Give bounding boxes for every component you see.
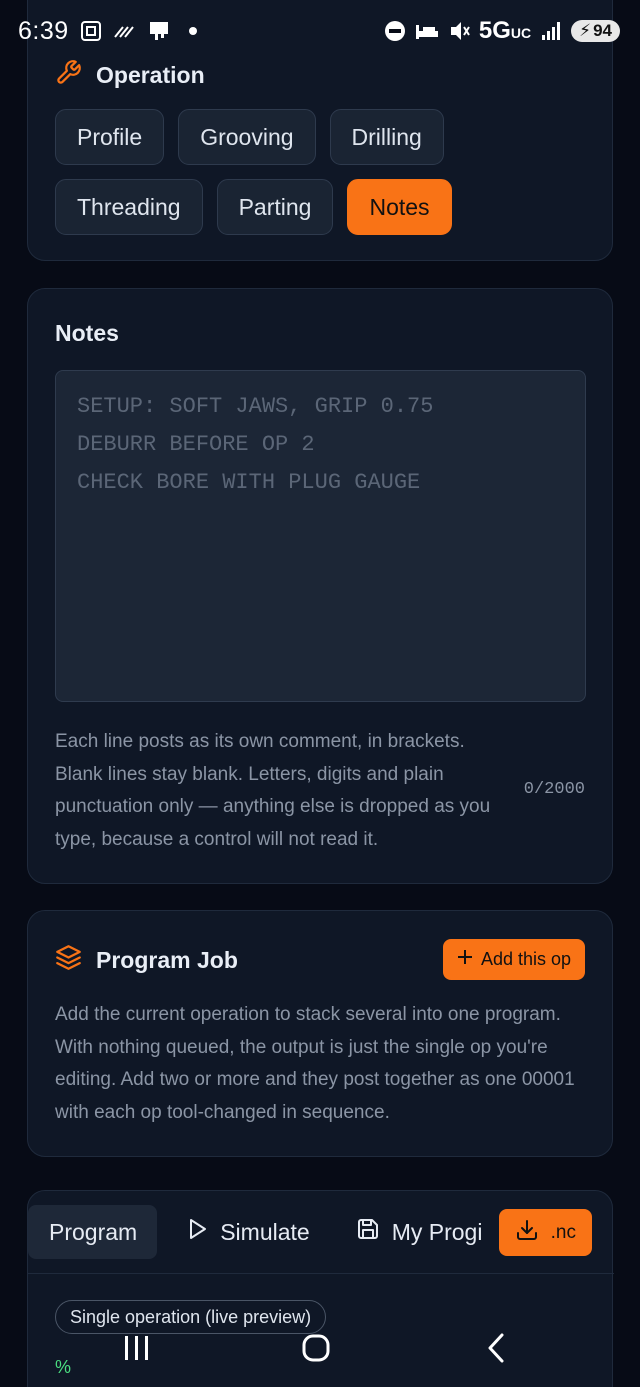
program-panel-divider (28, 1273, 614, 1274)
vibrate-mute-icon (447, 19, 471, 43)
notes-char-counter: 0/2000 (523, 780, 585, 799)
network-indicator: 5GUC (479, 17, 531, 45)
add-this-op-button[interactable]: Add this op (442, 939, 585, 980)
battery-indicator: ⚡ 94 (571, 20, 620, 42)
cast-icon (147, 19, 171, 43)
program-job-title: Program Job (96, 946, 238, 973)
tab-my-programs[interactable]: My Progi (356, 1205, 483, 1259)
wifi-calling-icon (113, 19, 137, 43)
op-threading-button[interactable]: Threading (55, 179, 203, 235)
program-job-header: Program Job (55, 944, 238, 976)
status-bar: 6:39 5GUC ⚡ 94 (0, 0, 640, 62)
program-job-card: Program Job Add this op Add the current … (27, 910, 613, 1157)
navigation-bar (0, 1318, 640, 1378)
network-type: 5G (478, 17, 511, 44)
notes-header: Notes (55, 320, 119, 347)
notes-title: Notes (55, 320, 119, 346)
play-icon (188, 1218, 208, 1246)
add-this-op-label: Add this op (480, 949, 571, 969)
operation-header: Operation (55, 59, 205, 91)
notes-help-text: Each line posts as its own comment, in b… (55, 731, 491, 850)
home-icon[interactable] (286, 1318, 346, 1378)
signal-icon (539, 19, 563, 43)
plus-icon (457, 949, 473, 970)
tab-simulate[interactable]: Simulate (188, 1205, 310, 1259)
notes-card: Notes SETUP: SOFT JAWS, GRIP 0.75 DEBURR… (27, 288, 613, 884)
network-suffix: UC (510, 25, 532, 41)
recent-apps-icon[interactable] (107, 1318, 167, 1378)
op-notes-button[interactable]: Notes (347, 179, 452, 235)
screenshot-icon (79, 19, 103, 43)
sleep-mode-icon (415, 19, 439, 43)
notes-textarea[interactable]: SETUP: SOFT JAWS, GRIP 0.75 DEBURR BEFOR… (55, 370, 586, 702)
save-icon (356, 1217, 380, 1247)
back-icon[interactable] (466, 1318, 526, 1378)
layers-icon (55, 944, 82, 976)
op-drilling-button[interactable]: Drilling (329, 109, 444, 165)
download-nc-button[interactable]: .nc (498, 1209, 592, 1256)
tab-simulate-label: Simulate (220, 1218, 310, 1245)
download-nc-label: .nc (550, 1221, 576, 1243)
op-parting-button[interactable]: Parting (216, 179, 334, 235)
notification-dot-icon (181, 19, 205, 43)
op-profile-button[interactable]: Profile (55, 109, 165, 165)
operation-title: Operation (96, 61, 205, 88)
battery-level: 94 (593, 21, 612, 40)
program-job-description: Add the current operation to stack sever… (55, 1004, 575, 1123)
tab-my-programs-label: My Progi (391, 1218, 483, 1245)
download-icon (515, 1218, 539, 1248)
op-grooving-button[interactable]: Grooving (178, 109, 316, 165)
status-time: 6:39 (18, 16, 69, 45)
do-not-disturb-icon (383, 19, 407, 43)
tab-program-label: Program (49, 1218, 138, 1245)
wrench-icon (55, 59, 82, 91)
tab-program[interactable]: Program (28, 1205, 158, 1259)
operation-buttons: Profile Grooving Drilling Threading Part… (55, 109, 595, 249)
charging-icon: ⚡ (579, 21, 592, 40)
